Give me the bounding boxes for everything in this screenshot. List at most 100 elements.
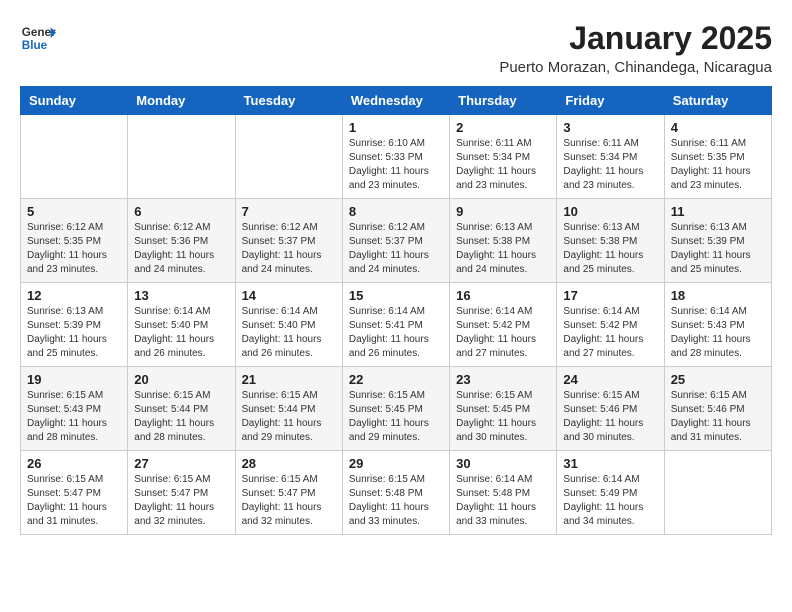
day-number: 20 — [134, 372, 228, 387]
day-number: 26 — [27, 456, 121, 471]
day-info: Sunrise: 6:14 AM Sunset: 5:40 PM Dayligh… — [242, 305, 336, 361]
empty-cell — [128, 115, 235, 199]
calendar-day-9: 9 Sunrise: 6:13 AM Sunset: 5:38 PM Daylig… — [450, 199, 557, 283]
day-info: Sunrise: 6:13 AM Sunset: 5:38 PM Dayligh… — [563, 221, 657, 277]
day-info: Sunrise: 6:15 AM Sunset: 5:45 PM Dayligh… — [349, 389, 443, 445]
calendar-day-21: 21 Sunrise: 6:15 AM Sunset: 5:44 PM Dayli… — [235, 367, 342, 451]
weekday-header-wednesday: Wednesday — [342, 87, 449, 115]
day-info: Sunrise: 6:14 AM Sunset: 5:41 PM Dayligh… — [349, 305, 443, 361]
calendar-day-18: 18Sunrise: 6:14 AM Sunset: 5:43 PM Dayli… — [664, 283, 771, 367]
empty-cell — [664, 451, 771, 535]
calendar-day-27: 27 Sunrise: 6:15 AM Sunset: 5:47 PM Dayli… — [128, 451, 235, 535]
day-info: Sunrise: 6:14 AM Sunset: 5:49 PM Dayligh… — [563, 473, 657, 529]
weekday-header-saturday: Saturday — [664, 87, 771, 115]
calendar-day-11: 11Sunrise: 6:13 AM Sunset: 5:39 PM Dayli… — [664, 199, 771, 283]
day-number: 17 — [563, 288, 657, 303]
day-number: 8 — [349, 204, 443, 219]
day-info: Sunrise: 6:15 AM Sunset: 5:46 PM Dayligh… — [563, 389, 657, 445]
day-number: 5 — [27, 204, 121, 219]
day-info: Sunrise: 6:15 AM Sunset: 5:47 PM Dayligh… — [134, 473, 228, 529]
day-number: 31 — [563, 456, 657, 471]
calendar-day-26: 26 Sunrise: 6:15 AM Sunset: 5:47 PM Dayli… — [21, 451, 128, 535]
day-number: 3 — [563, 120, 657, 135]
logo-icon: General Blue — [20, 20, 56, 56]
calendar-day-17: 17Sunrise: 6:14 AM Sunset: 5:42 PM Dayli… — [557, 283, 664, 367]
calendar-day-22: 22Sunrise: 6:15 AM Sunset: 5:45 PM Dayli… — [342, 367, 449, 451]
svg-text:Blue: Blue — [22, 39, 48, 52]
day-number: 27 — [134, 456, 228, 471]
day-info: Sunrise: 6:10 AM Sunset: 5:33 PM Dayligh… — [349, 137, 443, 193]
day-number: 15 — [349, 288, 443, 303]
day-info: Sunrise: 6:15 AM Sunset: 5:48 PM Dayligh… — [349, 473, 443, 529]
day-number: 1 — [349, 120, 443, 135]
weekday-header-thursday: Thursday — [450, 87, 557, 115]
day-info: Sunrise: 6:11 AM Sunset: 5:34 PM Dayligh… — [563, 137, 657, 193]
calendar-day-14: 14 Sunrise: 6:14 AM Sunset: 5:40 PM Dayli… — [235, 283, 342, 367]
day-info: Sunrise: 6:14 AM Sunset: 5:42 PM Dayligh… — [456, 305, 550, 361]
day-number: 4 — [671, 120, 765, 135]
day-number: 30 — [456, 456, 550, 471]
day-number: 23 — [456, 372, 550, 387]
day-number: 28 — [242, 456, 336, 471]
day-info: Sunrise: 6:12 AM Sunset: 5:37 PM Dayligh… — [242, 221, 336, 277]
calendar-day-16: 16 Sunrise: 6:14 AM Sunset: 5:42 PM Dayli… — [450, 283, 557, 367]
weekday-header-sunday: Sunday — [21, 87, 128, 115]
calendar-week-row: 12 Sunrise: 6:13 AM Sunset: 5:39 PM Dayli… — [21, 283, 772, 367]
day-number: 6 — [134, 204, 228, 219]
day-info: Sunrise: 6:12 AM Sunset: 5:36 PM Dayligh… — [134, 221, 228, 277]
day-number: 21 — [242, 372, 336, 387]
calendar-week-row: 1 Sunrise: 6:10 AM Sunset: 5:33 PM Daylig… — [21, 115, 772, 199]
day-number: 16 — [456, 288, 550, 303]
calendar-day-10: 10 Sunrise: 6:13 AM Sunset: 5:38 PM Dayli… — [557, 199, 664, 283]
day-info: Sunrise: 6:11 AM Sunset: 5:34 PM Dayligh… — [456, 137, 550, 193]
calendar-day-7: 7 Sunrise: 6:12 AM Sunset: 5:37 PM Daylig… — [235, 199, 342, 283]
calendar-day-20: 20 Sunrise: 6:15 AM Sunset: 5:44 PM Dayli… — [128, 367, 235, 451]
calendar-day-15: 15 Sunrise: 6:14 AM Sunset: 5:41 PM Dayli… — [342, 283, 449, 367]
day-number: 29 — [349, 456, 443, 471]
day-info: Sunrise: 6:15 AM Sunset: 5:44 PM Dayligh… — [242, 389, 336, 445]
day-number: 9 — [456, 204, 550, 219]
day-number: 25 — [671, 372, 765, 387]
day-number: 10 — [563, 204, 657, 219]
day-info: Sunrise: 6:13 AM Sunset: 5:39 PM Dayligh… — [27, 305, 121, 361]
day-info: Sunrise: 6:15 AM Sunset: 5:43 PM Dayligh… — [27, 389, 121, 445]
calendar-day-29: 29 Sunrise: 6:15 AM Sunset: 5:48 PM Dayli… — [342, 451, 449, 535]
calendar-day-28: 28Sunrise: 6:15 AM Sunset: 5:47 PM Dayli… — [235, 451, 342, 535]
day-number: 14 — [242, 288, 336, 303]
weekday-header-friday: Friday — [557, 87, 664, 115]
day-info: Sunrise: 6:15 AM Sunset: 5:45 PM Dayligh… — [456, 389, 550, 445]
day-info: Sunrise: 6:15 AM Sunset: 5:47 PM Dayligh… — [27, 473, 121, 529]
weekday-header-tuesday: Tuesday — [235, 87, 342, 115]
empty-cell — [235, 115, 342, 199]
day-number: 2 — [456, 120, 550, 135]
day-number: 24 — [563, 372, 657, 387]
location-title: Puerto Morazan, Chinandega, Nicaragua — [499, 59, 772, 76]
day-info: Sunrise: 6:11 AM Sunset: 5:35 PM Dayligh… — [671, 137, 765, 193]
day-number: 12 — [27, 288, 121, 303]
calendar-day-31: 31 Sunrise: 6:14 AM Sunset: 5:49 PM Dayli… — [557, 451, 664, 535]
title-block: January 2025 Puerto Morazan, Chinandega,… — [499, 20, 772, 76]
calendar-table: SundayMondayTuesdayWednesdayThursdayFrid… — [20, 86, 772, 535]
calendar-day-1: 1 Sunrise: 6:10 AM Sunset: 5:33 PM Daylig… — [342, 115, 449, 199]
empty-cell — [21, 115, 128, 199]
day-info: Sunrise: 6:13 AM Sunset: 5:38 PM Dayligh… — [456, 221, 550, 277]
calendar-week-row: 5Sunrise: 6:12 AM Sunset: 5:35 PM Daylig… — [21, 199, 772, 283]
calendar-week-row: 19Sunrise: 6:15 AM Sunset: 5:43 PM Dayli… — [21, 367, 772, 451]
calendar-day-4: 4 Sunrise: 6:11 AM Sunset: 5:35 PM Daylig… — [664, 115, 771, 199]
calendar-day-2: 2 Sunrise: 6:11 AM Sunset: 5:34 PM Daylig… — [450, 115, 557, 199]
calendar-day-12: 12 Sunrise: 6:13 AM Sunset: 5:39 PM Dayli… — [21, 283, 128, 367]
calendar-day-13: 13Sunrise: 6:14 AM Sunset: 5:40 PM Dayli… — [128, 283, 235, 367]
calendar-day-8: 8 Sunrise: 6:12 AM Sunset: 5:37 PM Daylig… — [342, 199, 449, 283]
day-number: 11 — [671, 204, 765, 219]
day-info: Sunrise: 6:14 AM Sunset: 5:48 PM Dayligh… — [456, 473, 550, 529]
calendar-week-row: 26 Sunrise: 6:15 AM Sunset: 5:47 PM Dayli… — [21, 451, 772, 535]
calendar-day-6: 6 Sunrise: 6:12 AM Sunset: 5:36 PM Daylig… — [128, 199, 235, 283]
calendar-day-3: 3 Sunrise: 6:11 AM Sunset: 5:34 PM Daylig… — [557, 115, 664, 199]
calendar-day-5: 5Sunrise: 6:12 AM Sunset: 5:35 PM Daylig… — [21, 199, 128, 283]
day-number: 13 — [134, 288, 228, 303]
day-number: 7 — [242, 204, 336, 219]
day-info: Sunrise: 6:15 AM Sunset: 5:44 PM Dayligh… — [134, 389, 228, 445]
day-info: Sunrise: 6:12 AM Sunset: 5:37 PM Dayligh… — [349, 221, 443, 277]
calendar-day-25: 25Sunrise: 6:15 AM Sunset: 5:46 PM Dayli… — [664, 367, 771, 451]
calendar-day-30: 30 Sunrise: 6:14 AM Sunset: 5:48 PM Dayli… — [450, 451, 557, 535]
